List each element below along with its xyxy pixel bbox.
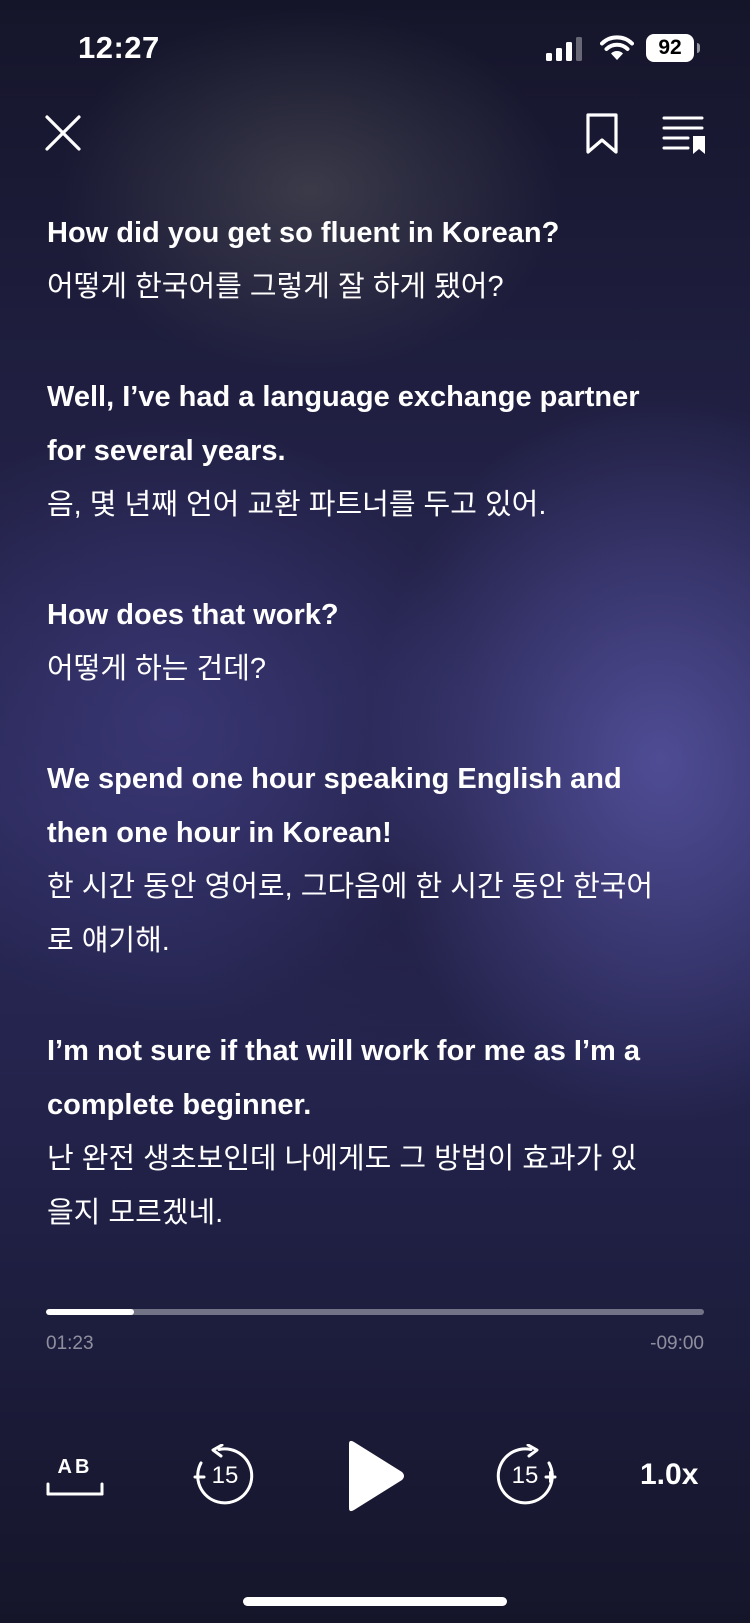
play-icon — [349, 1440, 404, 1512]
transcript-sentence[interactable]: I’m not sure if that will work for me as… — [47, 1024, 707, 1240]
ab-repeat-button[interactable]: AB — [46, 1456, 104, 1496]
transcript-sentence[interactable]: Well, I’ve had a language exchange partn… — [47, 370, 707, 532]
english-line: I’m not sure if that will work for me as… — [47, 1035, 641, 1067]
status-bar: 12:27 92 — [0, 0, 750, 100]
battery-indicator: 92 — [646, 34, 694, 62]
english-line: for several years. — [47, 435, 286, 467]
korean-line: 을지 모르겠네. — [47, 1197, 224, 1229]
rewind-15-button[interactable]: 15 — [193, 1444, 257, 1508]
forward-label: 15 — [511, 1462, 539, 1489]
wifi-icon — [600, 35, 634, 60]
forward-15-button[interactable]: 15 — [493, 1444, 557, 1508]
korean-line: 난 완전 생초보인데 나에게도 그 방법이 효과가 있 — [47, 1143, 638, 1175]
ab-bracket-icon — [46, 1482, 104, 1496]
korean-line: 어떻게 한국어를 그렇게 잘 하게 됐어? — [47, 271, 504, 303]
playlist-button[interactable] — [662, 114, 708, 156]
progress-fill — [46, 1309, 134, 1315]
korean-line: 한 시간 동안 영어로, 그다음에 한 시간 동안 한국어 — [47, 871, 654, 903]
english-line: We spend one hour speaking English and — [47, 763, 622, 795]
english-line: then one hour in Korean! — [47, 817, 392, 849]
elapsed-time: 01:23 — [46, 1333, 94, 1354]
transcript: How did you get so fluent in Korean? 어떻게 … — [47, 206, 707, 1296]
english-line: How did you get so fluent in Korean? — [47, 217, 560, 249]
bookmark-icon — [586, 113, 618, 154]
close-icon — [45, 115, 81, 151]
transcript-sentence[interactable]: We spend one hour speaking English and th… — [47, 752, 707, 968]
playlist-icon — [662, 116, 705, 154]
rewind-label: 15 — [211, 1462, 239, 1489]
cellular-signal-icon — [546, 37, 582, 61]
english-line: Well, I’ve had a language exchange partn… — [47, 381, 640, 413]
english-line: complete beginner. — [47, 1089, 312, 1121]
remaining-time: -09:00 — [650, 1333, 704, 1354]
home-indicator — [243, 1597, 507, 1606]
transcript-sentence[interactable]: How does that work? 어떻게 하는 건데? — [47, 588, 707, 696]
battery-tip — [697, 43, 700, 53]
close-button[interactable] — [42, 112, 84, 154]
ab-repeat-label: AB — [57, 1456, 93, 1478]
play-button[interactable] — [343, 1438, 407, 1514]
korean-line: 로 얘기해. — [47, 925, 170, 957]
korean-line: 어떻게 하는 건데? — [47, 653, 267, 685]
bookmark-button[interactable] — [584, 112, 620, 156]
korean-line: 음, 몇 년째 언어 교환 파트너를 두고 있어. — [47, 489, 547, 521]
english-line: How does that work? — [47, 599, 339, 631]
progress-bar[interactable] — [46, 1309, 704, 1315]
transcript-sentence[interactable]: How did you get so fluent in Korean? 어떻게 … — [47, 206, 707, 314]
playback-speed-button[interactable]: 1.0x — [640, 1458, 698, 1492]
status-time: 12:27 — [78, 30, 160, 65]
